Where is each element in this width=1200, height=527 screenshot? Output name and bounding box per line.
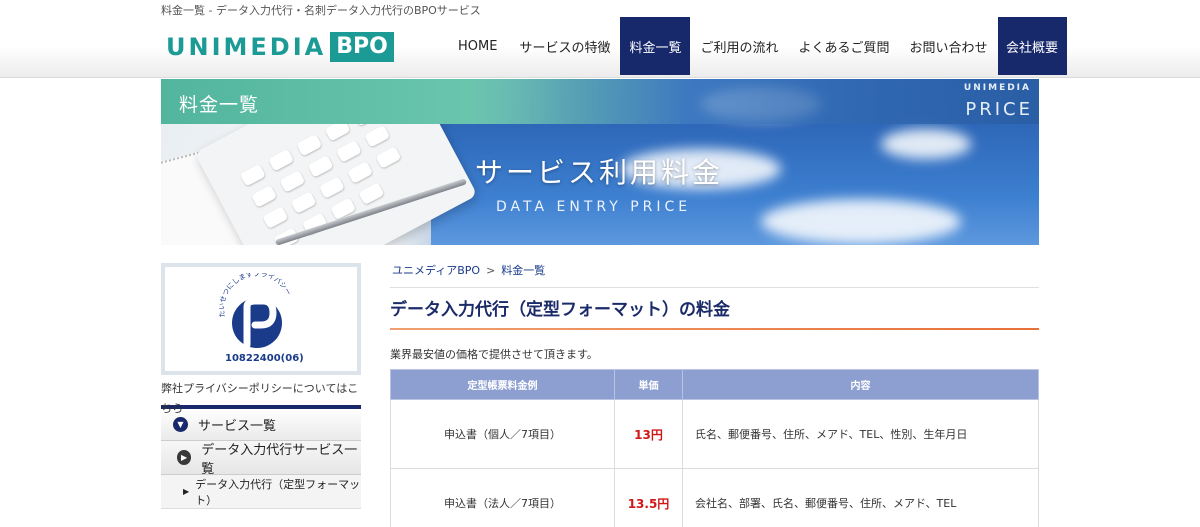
nav-faq[interactable]: よくあるご質問: [788, 17, 899, 75]
breadcrumb-current[interactable]: 料金一覧: [501, 264, 545, 277]
triangle-right-icon: ▶: [183, 487, 190, 496]
banner-stripe: [161, 79, 1039, 124]
nav-contact[interactable]: お問い合わせ: [900, 17, 998, 75]
main-nav: HOME サービスの特徴 料金一覧 ご利用の流れ よくあるご質問 お問い合わせ …: [446, 17, 1067, 75]
nav-company[interactable]: 会社概要: [997, 17, 1067, 75]
side-menu: ▼ サービス一覧 ▶ データ入力代行サービス一覧 ▶ データ入力代行（定型フォー…: [161, 405, 361, 509]
logo-text: UNIMEDIA: [166, 33, 327, 61]
side-menu-fixed-format-label: データ入力代行（定型フォーマット）: [195, 477, 361, 507]
banner-subtitle: DATA ENTRY PRICE: [496, 199, 692, 215]
page-banner: 料金一覧 UNIMEDIA PRICE サービス利用料金 DATA ENTRY …: [161, 79, 1039, 245]
table-row: 申込書（個人／7項目） 13円 氏名、郵便番号、住所、メアド、TEL、性別、生年…: [390, 399, 1039, 469]
site-tagline: 料金一覧 - データ入力代行・名刺データ入力代行のBPOサービス: [161, 4, 481, 17]
privacy-policy-link[interactable]: 弊社プライバシーポリシーについてはこちら: [161, 379, 361, 415]
side-menu-fixed-format[interactable]: ▶ データ入力代行（定型フォーマット）: [161, 475, 361, 509]
privacy-mark-box[interactable]: たいせつにしますプライバシー 10822400(06): [161, 263, 361, 375]
breadcrumb-separator: >: [486, 264, 496, 277]
page-heading: データ入力代行（定型フォーマット）の料金: [390, 300, 730, 320]
side-menu-data-entry[interactable]: ▶ データ入力代行サービス一覧: [161, 441, 361, 477]
side-menu-services-label: サービス一覧: [198, 419, 277, 434]
banner-corner-title: 料金一覧: [179, 94, 260, 116]
breadcrumb: ユニメディアBPO > 料金一覧: [392, 263, 1039, 279]
breadcrumb-home[interactable]: ユニメディアBPO: [392, 264, 480, 277]
pricing-table: 定型帳票料金例 単価 内容 申込書（個人／7項目） 13円 氏名、郵便番号、住所…: [390, 369, 1039, 527]
cell-content: 氏名、郵便番号、住所、メアド、TEL、性別、生年月日: [682, 399, 1039, 469]
nav-features[interactable]: サービスの特徴: [509, 17, 620, 75]
banner-brand: UNIMEDIA: [963, 83, 1031, 93]
heading-underline: [390, 328, 1039, 330]
cloud-shape: [881, 129, 971, 159]
cell-content: 会社名、部署、氏名、郵便番号、住所、メアド、TEL: [682, 468, 1039, 527]
banner-price-label: PRICE: [965, 99, 1033, 120]
cloud-shape: [761, 199, 961, 244]
cell-price: 13.5円: [614, 468, 683, 527]
privacy-mark-icon: たいせつにしますプライバシー: [218, 273, 293, 349]
chevron-down-icon: ▼: [173, 417, 188, 432]
side-menu-data-entry-label: データ入力代行サービス一覧: [201, 442, 358, 477]
breadcrumb-divider: [390, 287, 1039, 288]
cell-example: 申込書（法人／7項目）: [390, 468, 615, 527]
nav-flow[interactable]: ご利用の流れ: [690, 17, 788, 75]
nav-home[interactable]: HOME: [446, 17, 509, 75]
banner-title: サービス利用料金: [475, 156, 724, 189]
site-logo[interactable]: UNIMEDIA BPO: [166, 32, 394, 62]
logo-badge: BPO: [330, 32, 394, 62]
table-row: 申込書（法人／7項目） 13.5円 会社名、部署、氏名、郵便番号、住所、メアド、…: [390, 468, 1039, 527]
intro-text: 業界最安値の価格で提供させて頂きます。: [390, 348, 598, 361]
main-content: ユニメディアBPO > 料金一覧 データ入力代行（定型フォーマット）の料金 業界最安…: [390, 263, 1039, 527]
table-header-example: 定型帳票料金例: [390, 369, 615, 400]
side-menu-services[interactable]: ▼ サービス一覧: [161, 405, 361, 441]
chevron-right-icon: ▶: [177, 450, 192, 465]
cell-example: 申込書（個人／7項目）: [390, 399, 615, 469]
sidebar: たいせつにしますプライバシー 10822400(06) 弊社プライバシーポリシー…: [161, 263, 361, 509]
table-header-content: 内容: [682, 369, 1039, 400]
nav-pricing[interactable]: 料金一覧: [620, 17, 691, 75]
table-header-price: 単価: [614, 369, 683, 400]
cell-price: 13円: [614, 399, 683, 469]
privacy-number: 10822400(06): [225, 353, 304, 364]
